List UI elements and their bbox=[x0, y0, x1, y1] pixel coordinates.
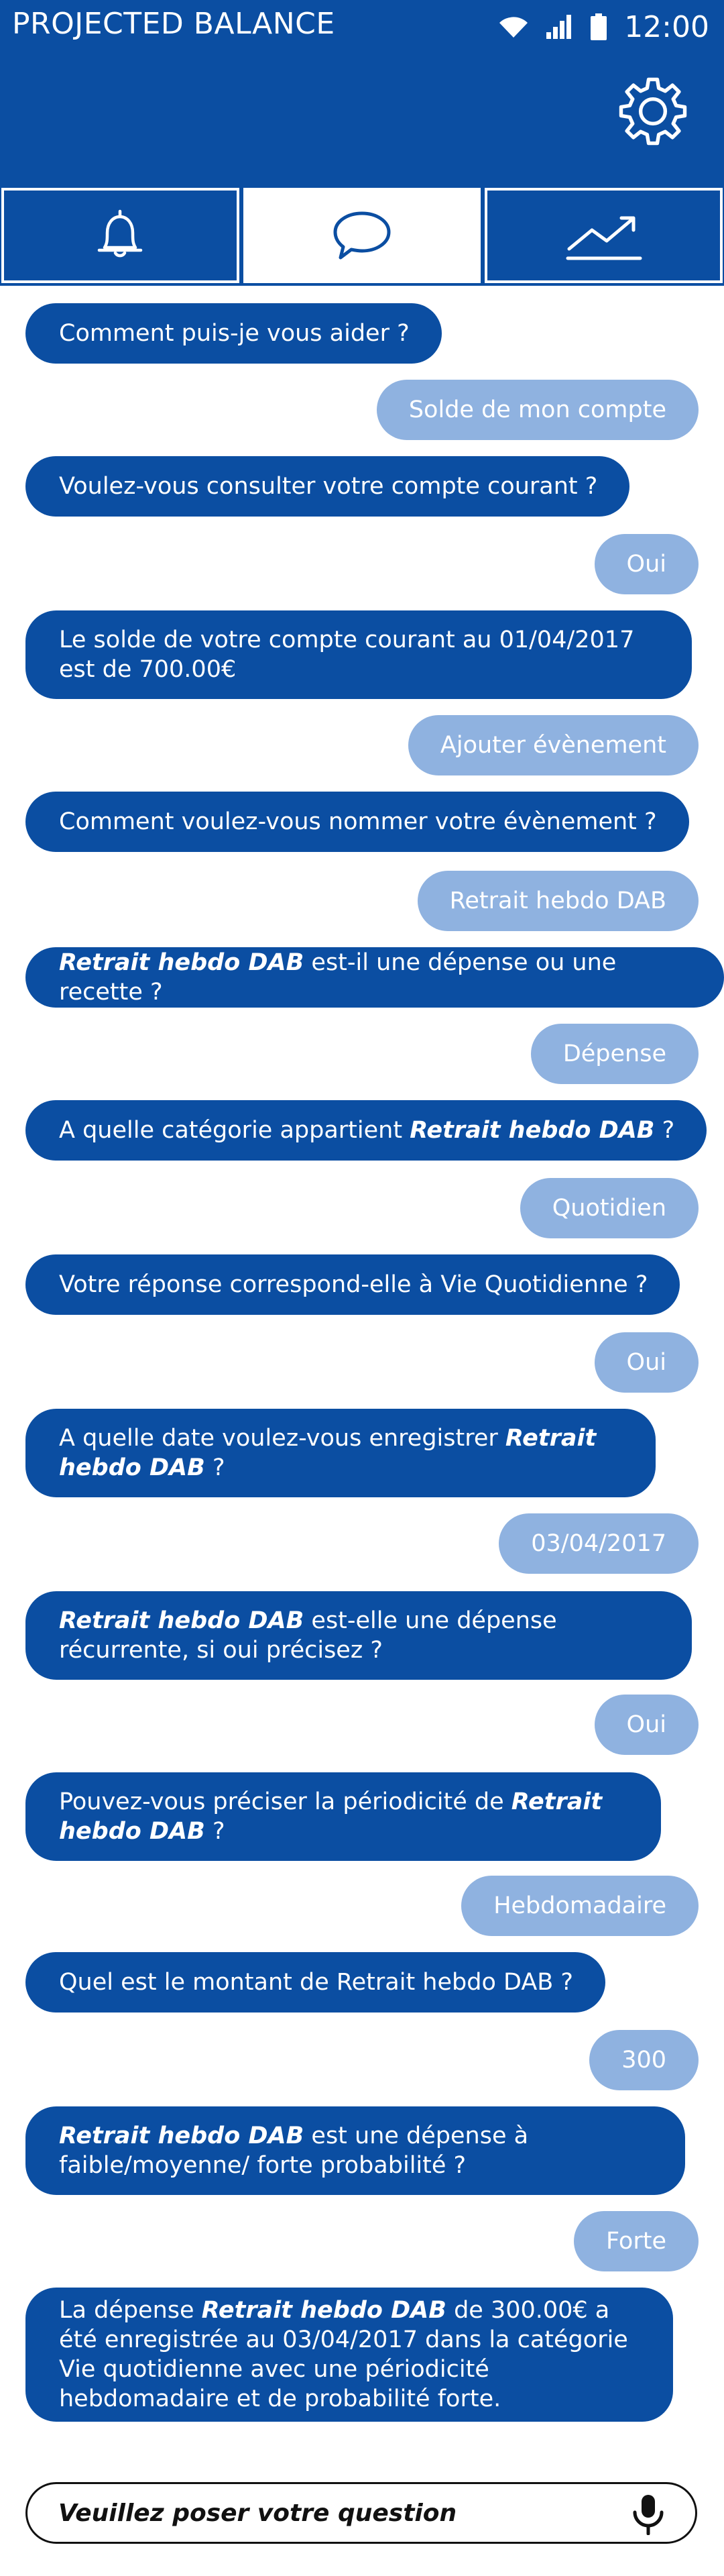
user-message: Oui bbox=[594, 534, 699, 594]
bot-message: Comment voulez-vous nommer votre évèneme… bbox=[25, 792, 689, 852]
app-header bbox=[0, 54, 724, 185]
tab-bar bbox=[0, 185, 724, 286]
bot-message: Quel est le montant de Retrait hebdo DAB… bbox=[25, 1952, 605, 2012]
bot-message: Comment puis-je vous aider ? bbox=[25, 303, 442, 364]
user-message: Dépense bbox=[530, 1024, 699, 1084]
user-message: Quotidien bbox=[520, 1178, 699, 1238]
bot-message: Votre réponse correspond-elle à Vie Quot… bbox=[25, 1254, 680, 1315]
app-title: PROJECTED BALANCE bbox=[12, 7, 335, 41]
chat-bubble-icon bbox=[333, 211, 391, 260]
user-message: Oui bbox=[594, 1695, 699, 1755]
bot-message: Pouvez-vous préciser la périodicité de R… bbox=[25, 1772, 661, 1861]
tab-notifications[interactable] bbox=[1, 188, 239, 283]
bot-message: Retrait hebdo DAB est-il une dépense ou … bbox=[25, 947, 724, 1008]
user-message: 03/04/2017 bbox=[499, 1513, 699, 1574]
tab-chat[interactable] bbox=[243, 188, 481, 283]
microphone-icon bbox=[633, 2495, 664, 2536]
message-composer bbox=[25, 2482, 697, 2544]
bot-message: A quelle date voulez-vous enregistrer Re… bbox=[25, 1409, 656, 1497]
tab-forecast[interactable] bbox=[485, 188, 723, 283]
trend-up-icon bbox=[566, 216, 642, 260]
user-message: Oui bbox=[594, 1332, 699, 1393]
question-input[interactable] bbox=[58, 2484, 608, 2542]
settings-button[interactable] bbox=[617, 75, 689, 148]
bot-message: La dépense Retrait hebdo DAB de 300.00€ … bbox=[25, 2288, 673, 2422]
bot-message: Retrait hebdo DAB est une dépense à faib… bbox=[25, 2106, 685, 2195]
microphone-button[interactable] bbox=[628, 2493, 668, 2536]
user-message: Hebdomadaire bbox=[461, 1876, 699, 1936]
bot-message: Retrait hebdo DAB est-elle une dépense r… bbox=[25, 1591, 692, 1680]
bot-message: Voulez-vous consulter votre compte coura… bbox=[25, 456, 630, 517]
chat-thread: Comment puis-je vous aider ? Solde de mo… bbox=[0, 286, 724, 2459]
signal-icon bbox=[546, 15, 572, 39]
user-message: Forte bbox=[574, 2211, 699, 2271]
bot-message: A quelle catégorie appartient Retrait he… bbox=[25, 1100, 707, 1161]
user-message: 300 bbox=[589, 2030, 699, 2090]
bell-icon bbox=[98, 209, 143, 258]
battery-icon bbox=[591, 13, 607, 40]
bot-message: Le solde de votre compte courant au 01/0… bbox=[25, 610, 692, 699]
wifi-icon bbox=[499, 17, 528, 38]
status-time: 12:00 bbox=[624, 9, 709, 44]
user-message: Ajouter évènement bbox=[408, 715, 699, 775]
user-message: Retrait hebdo DAB bbox=[417, 871, 699, 931]
gear-icon bbox=[619, 77, 687, 146]
status-icons: 12:00 bbox=[498, 8, 709, 46]
user-message: Solde de mon compte bbox=[376, 380, 699, 440]
status-bar: PROJECTED BALANCE 12:00 bbox=[0, 0, 724, 54]
